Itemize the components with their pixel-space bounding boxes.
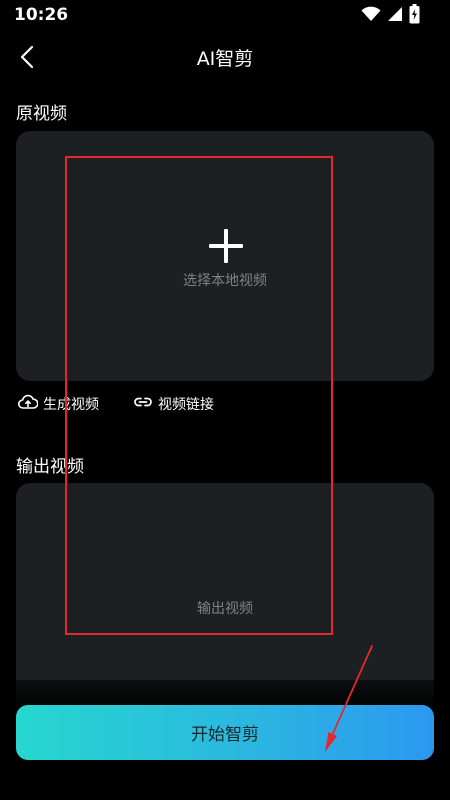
output-section-label: 输出视频: [16, 457, 84, 477]
page-title: AI智剪: [196, 48, 254, 70]
generate-video-label: 生成视频: [43, 397, 99, 413]
status-time: 10:26: [14, 5, 69, 25]
generate-video-button[interactable]: 生成视频: [18, 393, 99, 415]
source-section-label: 原视频: [16, 104, 67, 124]
battery-charging-icon: [409, 4, 420, 28]
start-smart-edit-button[interactable]: 开始智剪: [16, 705, 434, 760]
wifi-icon: [361, 6, 381, 26]
cloud-upload-icon: [18, 394, 39, 414]
select-local-video-card[interactable]: 选择本地视频: [16, 131, 434, 381]
output-video-placeholder: 输出视频: [197, 601, 253, 617]
video-link-label: 视频链接: [158, 397, 214, 413]
signal-icon: [387, 6, 403, 26]
video-link-button[interactable]: 视频链接: [133, 393, 214, 415]
header: AI智剪: [0, 36, 450, 80]
start-smart-edit-label: 开始智剪: [191, 725, 259, 745]
status-bar: 10:26: [0, 0, 450, 32]
plus-icon: [209, 229, 243, 263]
select-local-video-label: 选择本地视频: [183, 273, 267, 289]
status-icons: [361, 4, 420, 28]
link-icon: [133, 395, 153, 413]
